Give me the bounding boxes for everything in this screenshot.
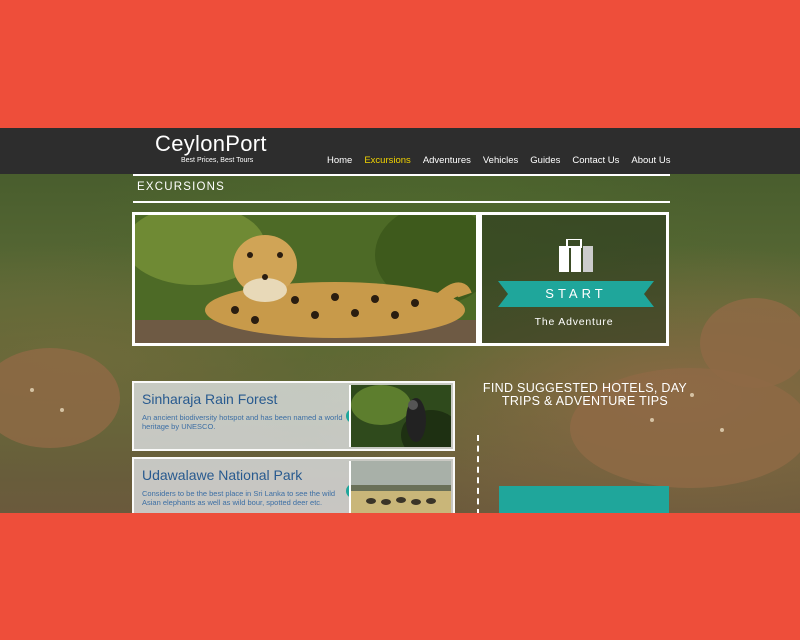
card-image [349, 385, 451, 447]
start-button[interactable]: START [498, 281, 654, 307]
find-suggestions-heading: FIND SUGGESTED HOTELS, DAY TRIPS & ADVEN… [482, 381, 688, 408]
nav-vehicles[interactable]: Vehicles [483, 155, 518, 166]
section-title: EXCURSIONS [137, 181, 226, 193]
nav-excursions[interactable]: Excursions [364, 155, 410, 166]
nav-guides[interactable]: Guides [530, 155, 560, 166]
section-divider-bottom [133, 201, 670, 203]
site-tagline: Best Prices, Best Tours [181, 157, 254, 164]
main-nav: Home Excursions Adventures Vehicles Guid… [327, 155, 670, 166]
card-image [349, 461, 451, 513]
start-adventure-panel: START The Adventure [479, 212, 669, 346]
teal-panel[interactable] [499, 486, 669, 513]
elephants-savanna-photo [351, 461, 451, 513]
dashed-divider [477, 435, 479, 513]
nav-contact-us[interactable]: Contact Us [572, 155, 619, 166]
excursion-card[interactable]: Sinharaja Rain Forest An ancient biodive… [132, 381, 455, 451]
card-description: Considers to be the best place in Sri La… [142, 489, 336, 507]
card-description: An ancient biodiversity hotspot and has … [142, 413, 343, 431]
site-header: CeylonPort Best Prices, Best Tours Home … [0, 128, 800, 174]
excursion-card[interactable]: Udawalawe National Park Considers to be … [132, 457, 455, 513]
nav-adventures[interactable]: Adventures [423, 155, 471, 166]
nav-about-us[interactable]: About Us [631, 155, 670, 166]
website-screenshot: CeylonPort Best Prices, Best Tours Home … [0, 128, 800, 513]
site-logo[interactable]: CeylonPort [155, 131, 267, 157]
nav-home[interactable]: Home [327, 155, 352, 166]
section-divider-top [133, 174, 670, 176]
card-title[interactable]: Udawalawe National Park [142, 467, 302, 483]
hero-image [132, 212, 479, 346]
leopard-photo [135, 215, 476, 343]
card-title[interactable]: Sinharaja Rain Forest [142, 391, 277, 407]
start-subtitle: The Adventure [534, 316, 614, 328]
rainforest-bird-photo [351, 385, 451, 447]
suitcase-icon [559, 239, 593, 272]
